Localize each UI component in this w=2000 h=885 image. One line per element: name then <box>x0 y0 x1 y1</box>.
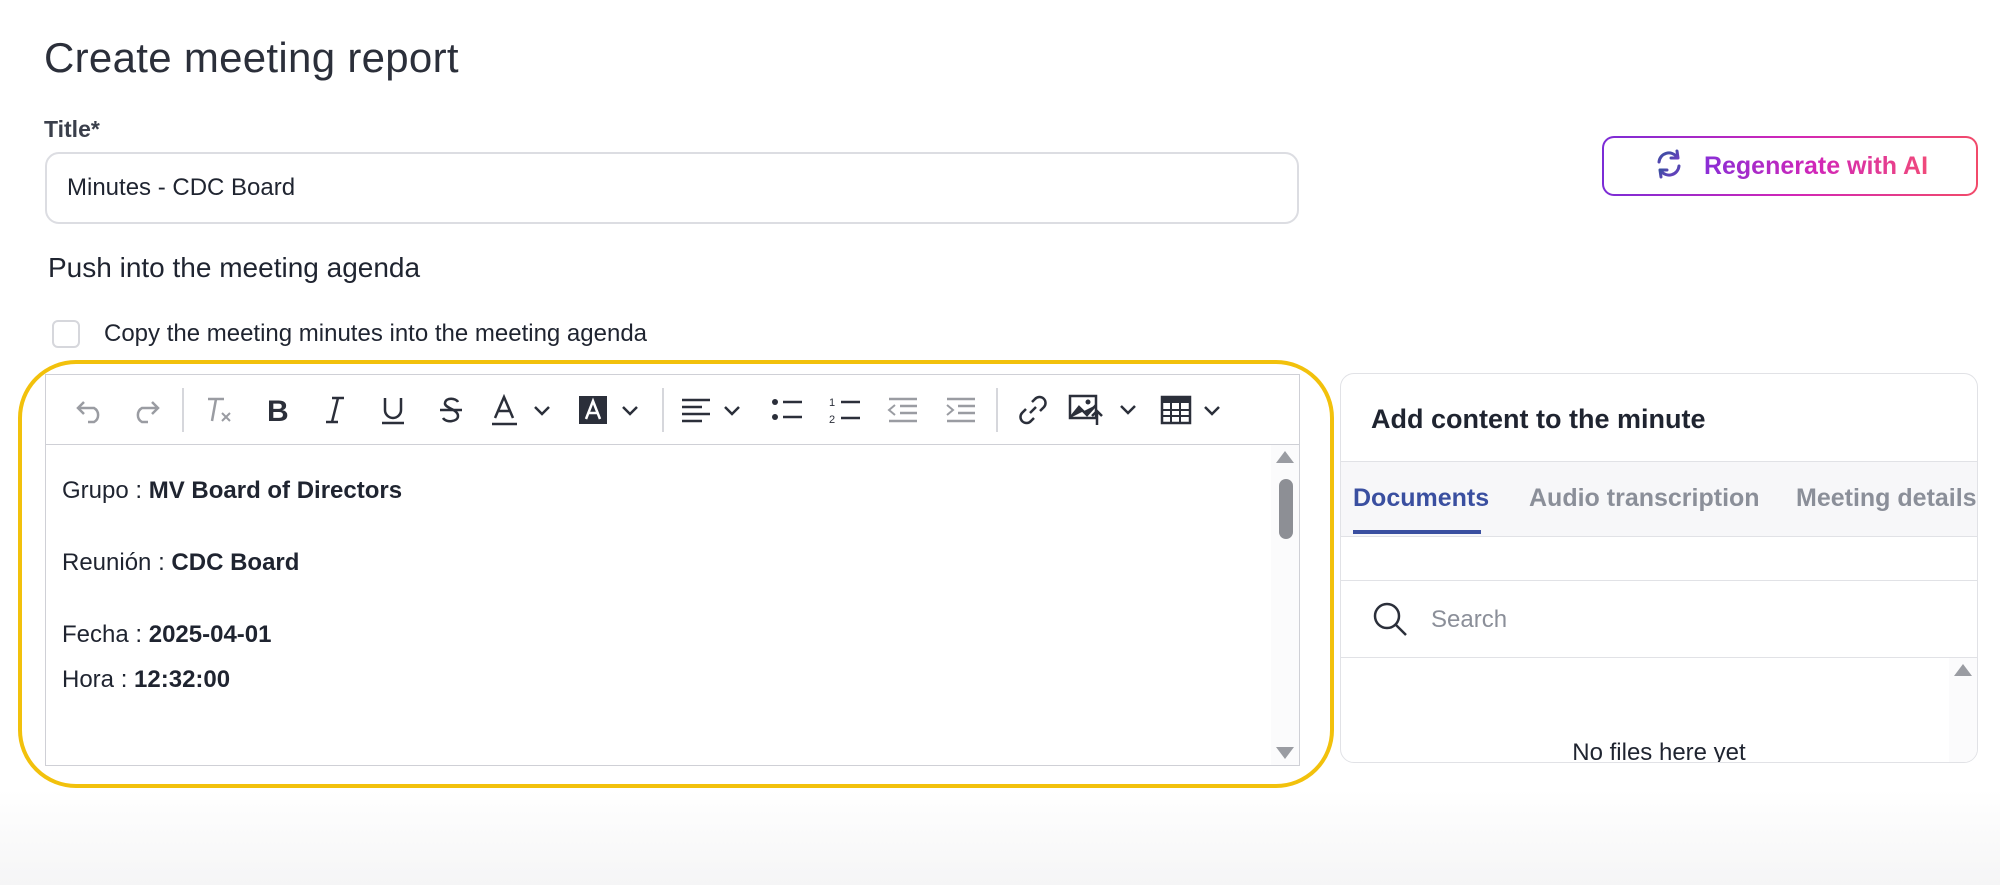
regenerate-with-ai-button[interactable]: Regenerate with AI <box>1602 136 1978 196</box>
editor-scrollbar[interactable] <box>1271 445 1299 765</box>
page-title: Create meeting report <box>44 34 459 81</box>
table-icon[interactable] <box>1150 384 1238 436</box>
editor-line-fecha: Fecha : 2025-04-01 <box>62 621 272 648</box>
title-field-label: Title* <box>44 116 100 142</box>
svg-text:1: 1 <box>829 397 835 409</box>
scroll-down-icon[interactable] <box>1276 747 1294 759</box>
copy-minutes-checkbox[interactable] <box>52 320 80 348</box>
editor-toolbar: B 12 <box>46 375 1299 445</box>
tab-meeting-details[interactable]: Meeting details <box>1796 484 1977 513</box>
toolbar-divider <box>996 387 998 432</box>
toolbar-divider <box>182 387 184 432</box>
svg-text:2: 2 <box>829 414 835 426</box>
regenerate-label: Regenerate with AI <box>1703 151 1929 180</box>
side-panel-title: Add content to the minute <box>1371 404 1706 434</box>
underline-icon[interactable] <box>364 384 422 436</box>
undo-icon[interactable] <box>60 384 118 436</box>
copy-minutes-label[interactable]: Copy the meeting minutes into the meetin… <box>104 320 647 348</box>
tab-audio-transcription[interactable]: Audio transcription <box>1529 484 1760 513</box>
editor-line-reunion: Reunión : CDC Board <box>62 549 300 576</box>
page-background-fade <box>0 790 2000 885</box>
italic-icon[interactable] <box>306 384 364 436</box>
editor-content[interactable]: Grupo : MV Board of Directors Reunión : … <box>46 445 1299 765</box>
refresh-icon <box>1652 147 1686 186</box>
numbered-list-icon[interactable]: 12 <box>816 384 874 436</box>
scroll-up-icon[interactable] <box>1276 451 1294 463</box>
bold-icon[interactable]: B <box>248 384 306 436</box>
search-input[interactable] <box>1429 597 1953 643</box>
title-input[interactable] <box>45 152 1299 224</box>
strikethrough-icon[interactable] <box>422 384 480 436</box>
scroll-up-icon[interactable] <box>1954 664 1972 676</box>
image-icon[interactable] <box>1062 384 1150 436</box>
link-icon[interactable] <box>1004 384 1062 436</box>
clear-format-icon[interactable] <box>190 384 248 436</box>
add-content-panel: Add content to the minute Documents Audi… <box>1340 373 1978 763</box>
redo-icon[interactable] <box>118 384 176 436</box>
align-icon[interactable] <box>670 384 758 436</box>
scrollbar-thumb[interactable] <box>1279 479 1293 539</box>
highlight-color-icon[interactable] <box>568 384 656 436</box>
text-color-icon[interactable] <box>480 384 568 436</box>
indent-icon[interactable] <box>932 384 990 436</box>
rich-text-editor[interactable]: B 12 Grupo: MV Board of Directors Reuni… <box>45 374 1300 766</box>
editor-line-grupo: Grupo : MV Board of Directors <box>62 477 403 504</box>
empty-files-message: No files here yet <box>1572 739 1746 763</box>
tab-documents[interactable]: Documents <box>1353 484 1489 513</box>
active-tab-indicator <box>1353 530 1481 534</box>
editor-line-hora: Hora : 12:32:00 <box>62 666 231 693</box>
agenda-heading: Push into the meeting agenda <box>48 252 421 283</box>
toolbar-divider <box>662 387 664 432</box>
svg-text:B: B <box>267 395 289 425</box>
outdent-icon[interactable] <box>874 384 932 436</box>
search-icon <box>1371 600 1409 643</box>
bullet-list-icon[interactable] <box>758 384 816 436</box>
document-search <box>1341 580 1977 658</box>
content-tabs: Documents Audio transcription Meeting de… <box>1341 461 1977 537</box>
